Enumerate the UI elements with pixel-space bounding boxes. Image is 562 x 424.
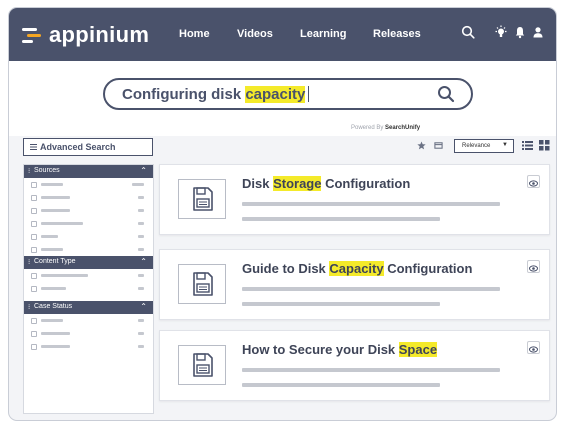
search-input[interactable]: Configuring disk capacity (103, 78, 473, 110)
drag-handle-icon[interactable]: ⁝ (28, 303, 30, 311)
floppy-disk-icon (178, 264, 226, 304)
result-title[interactable]: Disk Storage Configuration (242, 176, 410, 191)
grid-view-icon[interactable] (539, 140, 550, 151)
search-section: Configuring disk capacity Powered By Sea… (9, 61, 556, 136)
sort-value: Relevance (462, 143, 491, 149)
facet-option[interactable] (24, 204, 153, 217)
search-icon[interactable] (461, 25, 475, 39)
search-query-highlight: capacity (245, 86, 306, 103)
nav-link-home[interactable]: Home (179, 28, 210, 40)
eye-icon[interactable] (527, 260, 540, 273)
facet-title: Sources (34, 167, 60, 174)
floppy-disk-icon (178, 345, 226, 385)
checkbox[interactable] (31, 331, 37, 337)
checkbox[interactable] (31, 318, 37, 324)
checkbox[interactable] (31, 247, 37, 253)
bell-icon[interactable] (513, 25, 527, 39)
powered-by: Powered By SearchUnify (351, 125, 421, 131)
result-snippet-line (242, 368, 500, 372)
result-snippet-line (242, 202, 500, 206)
eye-icon[interactable] (527, 341, 540, 354)
chevron-up-icon[interactable]: ⌃ (140, 166, 147, 175)
user-icon[interactable] (531, 25, 545, 39)
result-card[interactable]: Guide to Disk Capacity Configuration (159, 249, 550, 320)
checkbox[interactable] (31, 234, 37, 240)
top-navigation-bar: appinium Home Videos Learning Releases (9, 8, 556, 61)
result-snippet-line (242, 302, 440, 306)
checkbox[interactable] (31, 273, 37, 279)
result-title[interactable]: Guide to Disk Capacity Configuration (242, 261, 472, 276)
search-submit-icon[interactable] (437, 85, 455, 103)
chevron-up-icon[interactable]: ⌃ (140, 257, 147, 266)
filter-icon (30, 144, 37, 150)
eye-icon[interactable] (527, 175, 540, 188)
nav-link-learning[interactable]: Learning (300, 28, 346, 40)
facet-option[interactable] (24, 217, 153, 230)
facet-option[interactable] (24, 269, 153, 282)
result-title[interactable]: How to Secure your Disk Space (242, 342, 438, 357)
chevron-up-icon[interactable]: ⌃ (140, 302, 147, 311)
nav-link-releases[interactable]: Releases (373, 28, 421, 40)
result-snippet-line (242, 217, 440, 221)
drag-handle-icon[interactable]: ⁝ (28, 167, 30, 175)
facet-title: Content Type (34, 258, 76, 265)
checkbox[interactable] (31, 195, 37, 201)
facet-option[interactable] (24, 340, 153, 353)
star-icon[interactable] (417, 141, 426, 150)
facet-option[interactable] (24, 282, 153, 295)
facet-header-content-type[interactable]: ⁝ Content Type ⌃ (24, 256, 153, 269)
logo-mark-icon (22, 25, 42, 45)
facet-option[interactable] (24, 314, 153, 327)
floppy-disk-icon (178, 179, 226, 219)
result-title-highlight: Storage (273, 176, 322, 191)
advanced-search-button[interactable]: Advanced Search (23, 138, 153, 156)
result-title-highlight: Capacity (329, 261, 384, 276)
app-window: appinium Home Videos Learning Releases C… (8, 7, 557, 421)
result-snippet-line (242, 287, 500, 291)
search-query: Configuring disk capacity (122, 86, 310, 103)
brand-logo[interactable]: appinium (22, 22, 149, 48)
list-view-icon[interactable] (522, 140, 533, 151)
facet-option[interactable] (24, 243, 153, 256)
facet-option[interactable] (24, 327, 153, 340)
facet-sidebar: ⁝ Sources ⌃ ⁝ Content Type ⌃ ⁝ Case Stat… (23, 164, 154, 414)
facet-option[interactable] (24, 178, 153, 191)
chevron-down-icon: ▼ (502, 142, 508, 148)
sort-dropdown[interactable]: Relevance ▼ (454, 139, 514, 153)
result-card[interactable]: Disk Storage Configuration (159, 164, 550, 235)
nav-link-videos[interactable]: Videos (237, 28, 273, 40)
result-snippet-line (242, 383, 440, 387)
facet-option[interactable] (24, 230, 153, 243)
checkbox[interactable] (31, 221, 37, 227)
advanced-search-label: Advanced Search (40, 142, 116, 152)
facet-option[interactable] (24, 191, 153, 204)
checkbox[interactable] (31, 208, 37, 214)
text-cursor (308, 86, 310, 102)
brand-name: appinium (49, 22, 150, 47)
result-title-highlight: Space (398, 342, 438, 357)
facet-header-case-status[interactable]: ⁝ Case Status ⌃ (24, 301, 153, 314)
checkbox[interactable] (31, 182, 37, 188)
facet-header-sources[interactable]: ⁝ Sources ⌃ (24, 165, 153, 178)
searchunify-logo: SearchUnify (385, 125, 421, 131)
lightbulb-icon[interactable] (494, 25, 508, 39)
facet-title: Case Status (34, 303, 73, 310)
bookmark-icon[interactable] (434, 141, 443, 150)
drag-handle-icon[interactable]: ⁝ (28, 258, 30, 266)
checkbox[interactable] (31, 286, 37, 292)
result-card[interactable]: How to Secure your Disk Space (159, 330, 550, 401)
checkbox[interactable] (31, 344, 37, 350)
